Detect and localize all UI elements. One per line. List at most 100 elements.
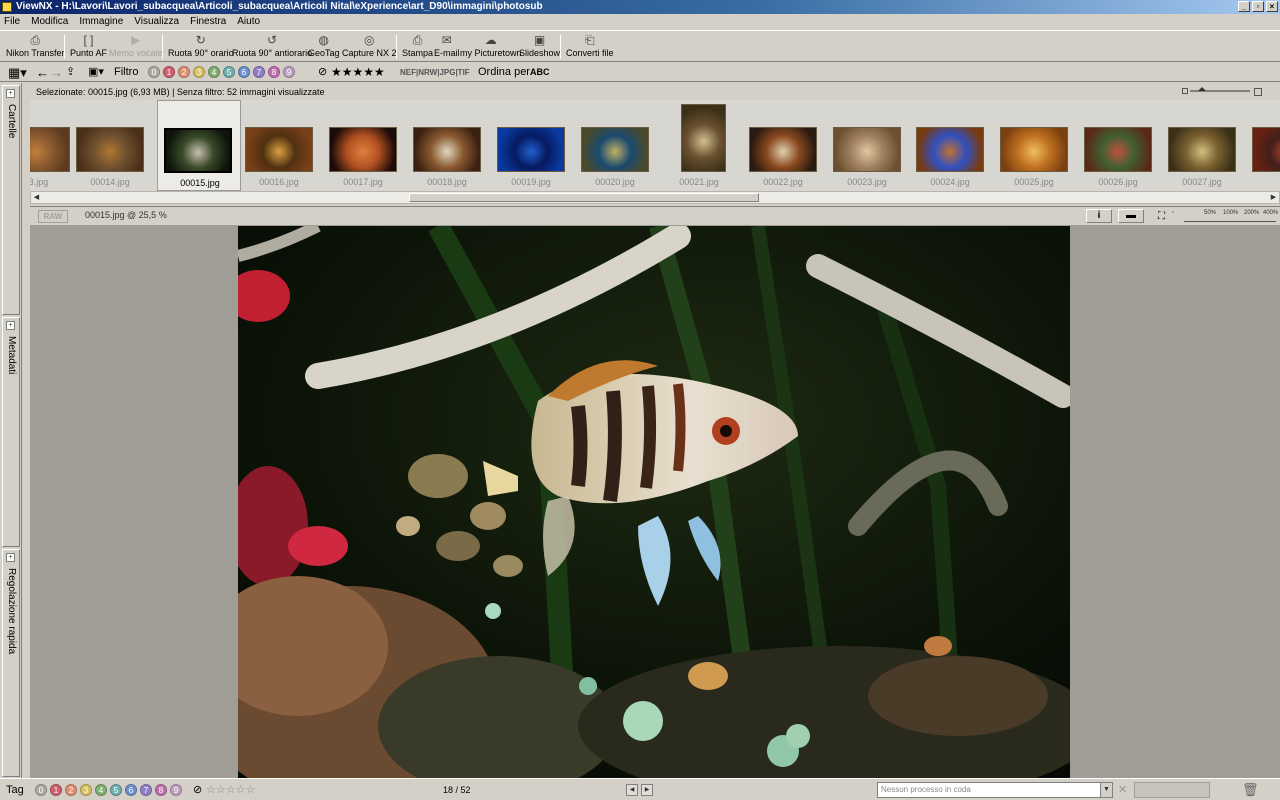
stampa-button[interactable]: ⎙ Stampa xyxy=(402,33,433,58)
thumbnail[interactable]: 00027.jpg xyxy=(1162,100,1242,191)
slideshow-button[interactable]: ▣ Slideshow xyxy=(519,33,560,58)
no-rating-icon[interactable]: ⊘ xyxy=(318,65,327,80)
zoom-slider[interactable] xyxy=(1184,221,1276,222)
tag-label-1[interactable]: 1 xyxy=(50,784,62,797)
cancel-process-icon[interactable]: ✕ xyxy=(1118,783,1127,797)
thumbnail[interactable]: 00020.jpg xyxy=(575,100,655,191)
menu-finestra[interactable]: Finestra xyxy=(190,14,226,30)
zoom-200[interactable]: 200% xyxy=(1244,210,1259,216)
filter-label-2[interactable]: 2 xyxy=(178,66,190,79)
thumbnail[interactable]: 00017.jpg xyxy=(323,100,403,191)
zoom-fit-icon[interactable]: ▫ xyxy=(1172,210,1174,216)
filter-label-6[interactable]: 6 xyxy=(238,66,250,79)
folder-up-icon[interactable]: ⇪ xyxy=(66,65,75,80)
metadati-tab[interactable]: Metadati xyxy=(6,336,17,374)
expand-icon[interactable]: + xyxy=(6,553,15,562)
thumbnail[interactable]: 00024.jpg xyxy=(910,100,990,191)
filter-label-1[interactable]: 1 xyxy=(163,66,175,79)
info-button[interactable]: i xyxy=(1086,209,1112,223)
rotate-counterclockwise-button[interactable]: ↺ Ruota 90° antiorario xyxy=(232,33,312,58)
raw-button[interactable]: RAW xyxy=(38,210,68,223)
tag-label-2[interactable]: 2 xyxy=(65,784,77,797)
thumbnail[interactable]: 00026.jpg xyxy=(1078,100,1158,191)
thumbnail[interactable]: 00018.jpg xyxy=(407,100,487,191)
back-arrow-icon[interactable]: ← xyxy=(36,65,49,80)
restore-button[interactable]: ▫ xyxy=(1252,1,1264,12)
regolazione-rapida-tab[interactable]: Regolazione rapida xyxy=(6,568,17,654)
panel-regolazione-rapida[interactable]: + Regolazione rapida xyxy=(2,549,20,777)
menu-aiuto[interactable]: Aiuto xyxy=(237,14,260,30)
nikon-transfer-button[interactable]: ⎙ Nikon Transfer xyxy=(6,33,65,58)
filter-label-9[interactable]: 9 xyxy=(283,66,295,79)
zoom-400[interactable]: 400% xyxy=(1263,210,1278,216)
filter-label-7[interactable]: 7 xyxy=(253,66,265,79)
close-button[interactable]: × xyxy=(1266,1,1278,12)
panel-metadati[interactable]: + Metadati xyxy=(2,317,20,547)
tag-label-5[interactable]: 5 xyxy=(110,784,122,797)
rotate-clockwise-button[interactable]: ↻ Ruota 90° orario xyxy=(168,33,234,58)
main-photo[interactable] xyxy=(238,226,1070,778)
tag-label-4[interactable]: 4 xyxy=(95,784,107,797)
thumbnail[interactable]: 00023.jpg xyxy=(827,100,907,191)
histogram-button[interactable]: ▬ xyxy=(1118,209,1144,223)
thumbnail[interactable]: 00015.jpg xyxy=(157,100,241,191)
filter-label-0[interactable]: 0 xyxy=(148,66,160,79)
sort-by-value[interactable]: ABC xyxy=(530,65,550,80)
zoom-100[interactable]: 100% xyxy=(1223,210,1238,216)
thumbnail[interactable]: 0 xyxy=(1246,100,1280,191)
geotag-button[interactable]: ◍ GeoTag xyxy=(308,33,340,58)
view-mode-icon[interactable]: ▦▾ xyxy=(8,65,27,80)
expand-icon[interactable]: + xyxy=(6,89,15,98)
filter-stars[interactable]: ★★★★★ xyxy=(331,65,385,80)
minimize-button[interactable]: _ xyxy=(1238,1,1250,12)
menu-visualizza[interactable]: Visualizza xyxy=(134,14,179,30)
tag-label-7[interactable]: 7 xyxy=(140,784,152,797)
filter-label-5[interactable]: 5 xyxy=(223,66,235,79)
tag-label-3[interactable]: 3 xyxy=(80,784,92,797)
capture-nx2-button[interactable]: ◎ Capture NX 2 xyxy=(342,33,397,58)
trash-icon[interactable]: 🗑 xyxy=(1242,783,1259,797)
tag-label-9[interactable]: 9 xyxy=(170,784,182,797)
thumbnail-size-slider[interactable] xyxy=(1190,87,1250,92)
thumbnail[interactable]: 00016.jpg xyxy=(239,100,319,191)
thumbnail[interactable]: 00025.jpg xyxy=(994,100,1074,191)
tag-label-6[interactable]: 6 xyxy=(125,784,137,797)
thumbnail[interactable]: 00021.jpg xyxy=(659,100,739,191)
filter-label-4[interactable]: 4 xyxy=(208,66,220,79)
next-image-button[interactable]: ▶ xyxy=(641,784,653,796)
panel-cartelle[interactable]: + Cartelle xyxy=(2,85,20,315)
fit-screen-icon[interactable]: ⛶ xyxy=(1158,211,1165,222)
previous-image-button[interactable]: ◀ xyxy=(626,784,638,796)
my-picturetown-button[interactable]: ☁ my Picturetown xyxy=(460,33,522,58)
thumbnail[interactable]: 00014.jpg xyxy=(70,100,150,191)
tag-label-0[interactable]: 0 xyxy=(35,784,47,797)
thumbnail[interactable]: 00022.jpg xyxy=(743,100,823,191)
scrollbar-thumb[interactable] xyxy=(409,193,759,202)
menu-immagine[interactable]: Immagine xyxy=(79,14,123,30)
filter-label-3[interactable]: 3 xyxy=(193,66,205,79)
scroll-right-icon[interactable]: ▶ xyxy=(1268,192,1279,203)
thumb-size-small-icon[interactable] xyxy=(1182,88,1188,94)
no-rating-icon[interactable]: ⊘ xyxy=(193,783,202,797)
format-filter[interactable]: NEF|NRW|JPG|TIF xyxy=(400,65,470,80)
expand-icon[interactable]: + xyxy=(6,321,15,330)
scroll-left-icon[interactable]: ◀ xyxy=(31,192,42,203)
cartelle-tab[interactable]: Cartelle xyxy=(6,104,17,138)
memo-vocale-button[interactable]: ▶ Memo vocale xyxy=(109,33,163,58)
strip-scrollbar[interactable]: ◀ ▶ xyxy=(30,191,1280,204)
forward-arrow-icon[interactable]: → xyxy=(50,65,63,80)
tag-label-8[interactable]: 8 xyxy=(155,784,167,797)
chevron-down-icon[interactable]: ▼ xyxy=(1100,783,1112,797)
email-button[interactable]: ✉ E-mail xyxy=(434,33,460,58)
rating-stars[interactable]: ☆☆☆☆☆ xyxy=(206,783,255,797)
menu-modifica[interactable]: Modifica xyxy=(31,14,68,30)
process-queue[interactable]: Nessun processo in coda ▼ xyxy=(877,782,1113,798)
punto-af-button[interactable]: [ ] Punto AF xyxy=(70,33,107,58)
filter-label-8[interactable]: 8 xyxy=(268,66,280,79)
open-folder-icon[interactable]: ▣▾ xyxy=(88,65,104,80)
thumb-size-large-icon[interactable] xyxy=(1254,88,1262,96)
converti-file-button[interactable]: ⎗ Converti file xyxy=(566,33,614,58)
thumbnail[interactable]: 00019.jpg xyxy=(491,100,571,191)
menu-file[interactable]: File xyxy=(4,14,20,30)
zoom-50[interactable]: 50% xyxy=(1204,210,1216,216)
